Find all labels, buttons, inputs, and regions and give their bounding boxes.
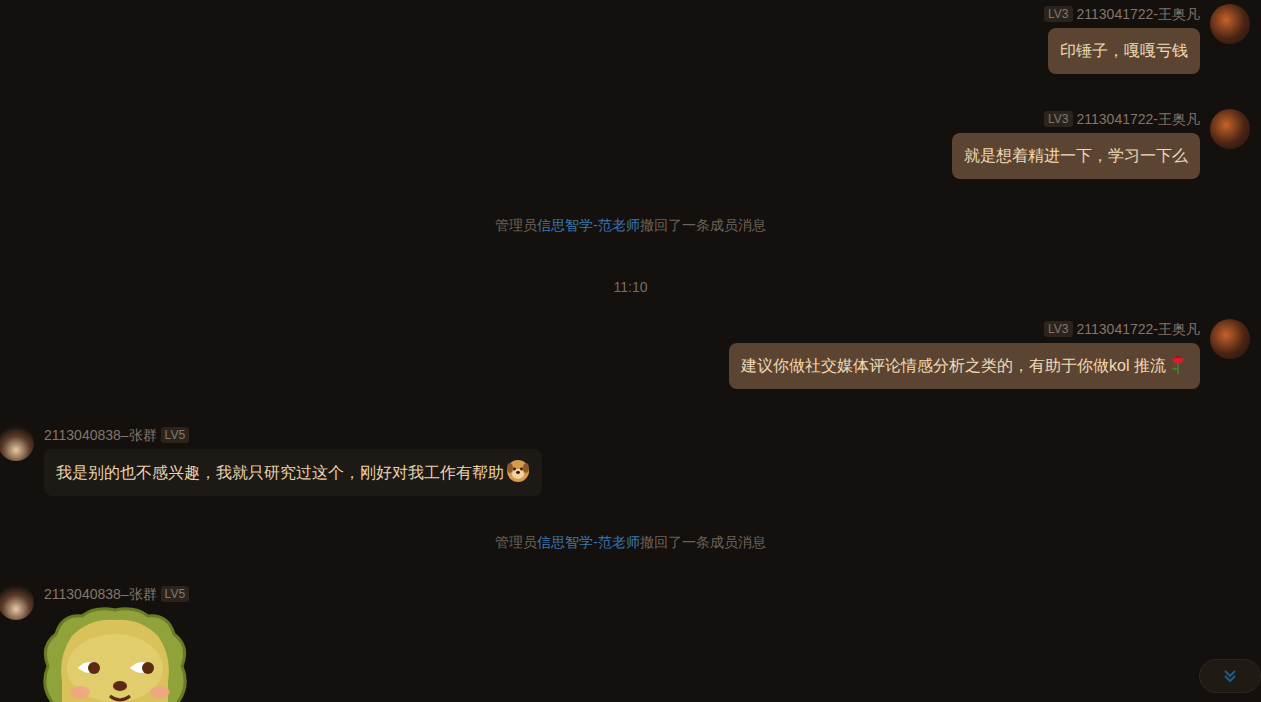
chat-window: LV32113041722-王奥凡印锤子，嘎嘎亏钱LV32113041722-王…: [0, 0, 1261, 702]
system-notice: 管理员信思智学-范老师撤回了一条成员消息: [0, 216, 1261, 234]
sender-name[interactable]: 2113041722-王奥凡: [1077, 109, 1200, 130]
message-bubble: 我是别的也不感兴趣，我就只研究过这个，刚好对我工作有帮助: [44, 449, 542, 496]
time-divider: 11:10: [0, 278, 1261, 296]
admin-name-link[interactable]: 信思智学-范老师: [537, 217, 640, 233]
sender-name[interactable]: 2113040838–张群: [44, 584, 157, 605]
user-avatar[interactable]: [0, 584, 34, 620]
incoming-message: 2113040838–张群LV5 我是别的也不感兴趣，我就只研究过这个，刚好对我工…: [0, 425, 1261, 496]
user-avatar[interactable]: [0, 425, 34, 461]
rose-icon: [1168, 353, 1188, 375]
dog-face-icon: [506, 459, 530, 483]
scroll-to-bottom-button[interactable]: [1199, 659, 1261, 693]
level-badge: LV3: [1044, 111, 1072, 127]
outgoing-message: LV3 2113041722-王奥凡就是想着精进一下，学习一下么: [0, 109, 1261, 179]
sticker-message: 2113040838–张群LV5: [0, 584, 1261, 702]
user-avatar[interactable]: [1210, 4, 1250, 44]
sender-name[interactable]: 2113041722-王奥凡: [1077, 4, 1200, 25]
message-list: LV32113041722-王奥凡印锤子，嘎嘎亏钱LV32113041722-王…: [0, 0, 1261, 702]
admin-name-link[interactable]: 信思智学-范老师: [537, 534, 640, 550]
dog-sticker-icon: [40, 606, 190, 702]
system-notice: 管理员信思智学-范老师撤回了一条成员消息: [0, 533, 1261, 551]
message-bubble: 印锤子，嘎嘎亏钱: [1048, 28, 1200, 74]
user-avatar[interactable]: [1210, 319, 1250, 359]
outgoing-message: LV3 2113041722-王奥凡建议你做社交媒体评论情感分析之类的，有助于你做…: [0, 319, 1261, 389]
double-chevron-down-icon: [1222, 668, 1238, 684]
sender-name[interactable]: 2113040838–张群: [44, 425, 157, 446]
level-badge: LV3: [1044, 321, 1072, 337]
level-badge: LV5: [161, 427, 189, 443]
sender-name[interactable]: 2113041722-王奥凡: [1077, 319, 1200, 340]
outgoing-message: LV3 2113041722-王奥凡印锤子，嘎嘎亏钱: [0, 4, 1261, 74]
user-avatar[interactable]: [1210, 109, 1250, 149]
level-badge: LV3: [1044, 6, 1072, 22]
message-bubble: 就是想着精进一下，学习一下么: [952, 133, 1200, 179]
message-bubble: 建议你做社交媒体评论情感分析之类的，有助于你做kol 推流: [729, 343, 1200, 389]
level-badge: LV5: [161, 586, 189, 602]
